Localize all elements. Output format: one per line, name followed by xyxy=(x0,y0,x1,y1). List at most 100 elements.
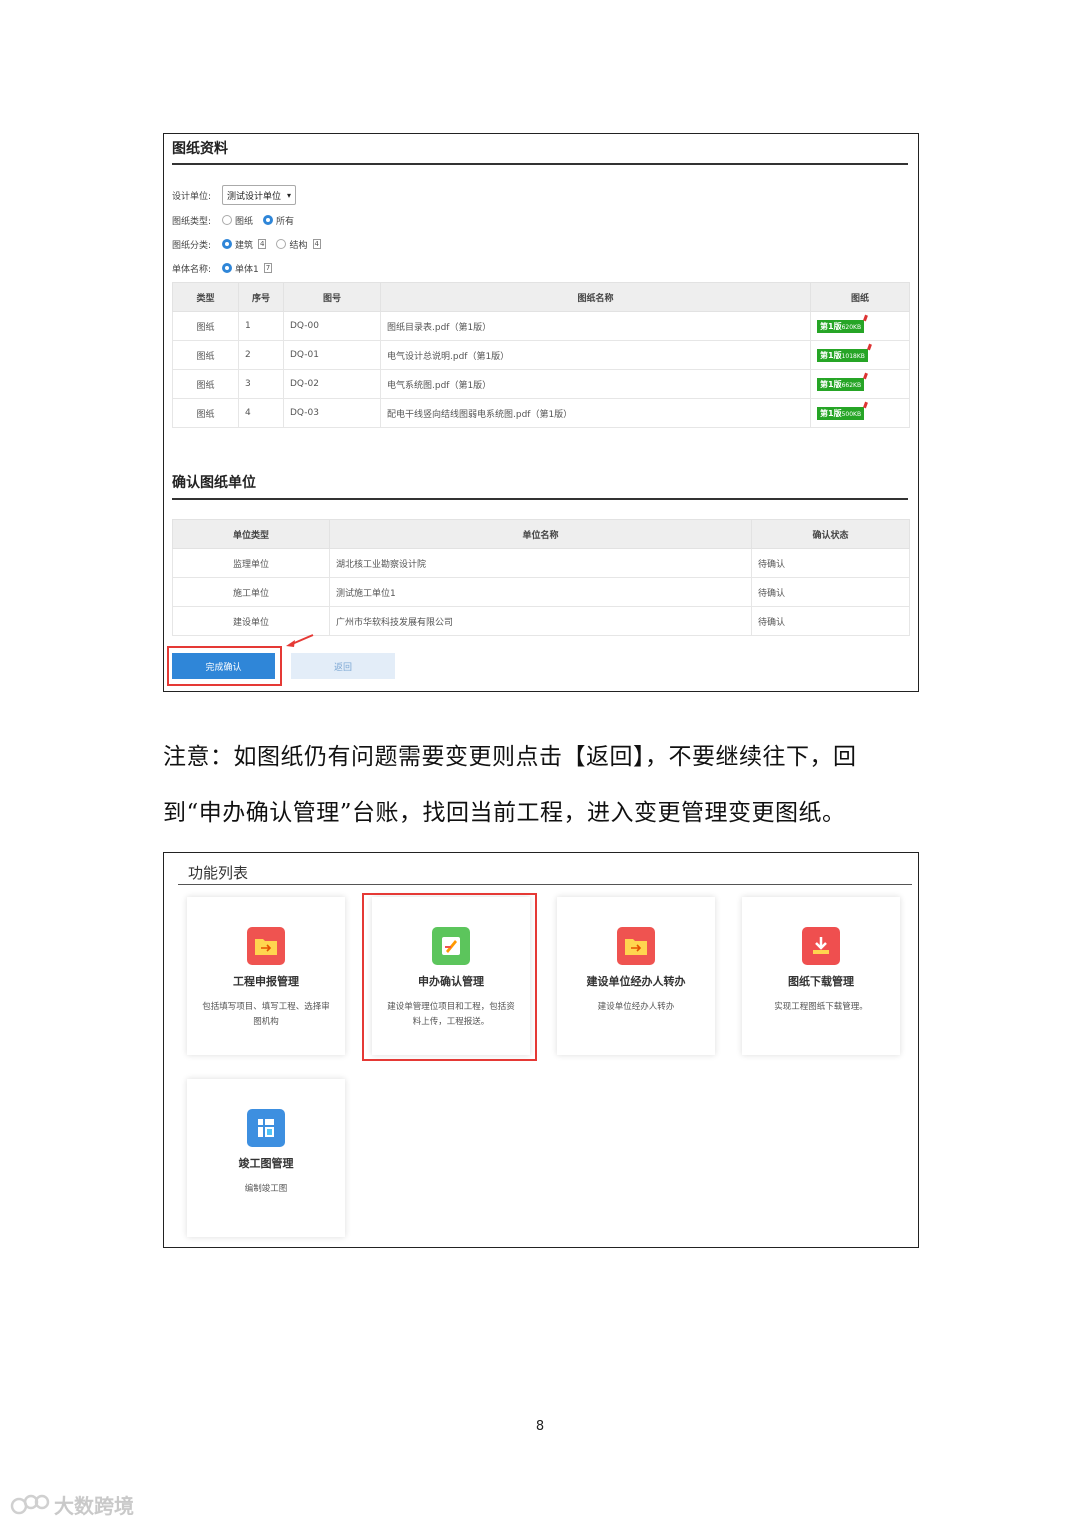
download-version-tag[interactable]: 第1版662KB xyxy=(817,377,865,391)
cell-unit-name: 测试施工单位1 xyxy=(329,577,752,607)
table-header-row: 单位类型 单位名称 确认状态 xyxy=(172,519,910,549)
category-option-structure[interactable]: 结构 4 xyxy=(276,238,321,251)
table-row: 施工单位 测试施工单位1 待确认 xyxy=(172,577,910,607)
count-badge: 4 xyxy=(258,239,267,249)
page-number: 8 xyxy=(535,1419,545,1434)
card-title: 图纸下载管理 xyxy=(788,975,854,988)
cell-name: 电气系统图.pdf（第1版） xyxy=(380,369,811,399)
design-unit-value: 测试设计单位 xyxy=(227,191,282,202)
table-row: 监理单位 湖北核工业勘察设计院 待确认 xyxy=(172,548,910,578)
cell-type: 图纸 xyxy=(172,340,239,370)
cell-download: 第1版500KB xyxy=(810,398,910,428)
table-row: 图纸 2 DQ-01 电气设计总说明.pdf（第1版） 第1版1018KB xyxy=(172,340,910,370)
column-header: 确认状态 xyxy=(751,519,910,549)
blueprint-icon xyxy=(247,1109,285,1147)
note-line-1: 注意：如图纸仍有问题需要变更则点击【返回】，不要继续往下，回 xyxy=(163,744,857,770)
version-label: 第1版 xyxy=(820,350,842,360)
function-list-screenshot: 功能列表 工程申报管理 包括填写项目、填写工程、选择审图机构 申办确认管理 建设… xyxy=(163,852,919,1248)
option-label: 所有 xyxy=(276,216,295,227)
card-title: 竣工图管理 xyxy=(238,1157,294,1170)
cell-name: 电气设计总说明.pdf（第1版） xyxy=(380,340,811,370)
column-header: 图号 xyxy=(283,282,381,312)
radio-icon xyxy=(276,239,287,249)
cell-unit-name: 广州市华软科技发展有限公司 xyxy=(329,606,752,636)
drawing-type-option-all[interactable]: 所有 xyxy=(263,214,294,227)
cell-name: 配电干线竖向结线图弱电系统图.pdf（第1版） xyxy=(380,398,811,428)
cell-unit-type: 施工单位 xyxy=(172,577,330,607)
count-badge: 4 xyxy=(312,239,321,249)
radio-checked-icon xyxy=(222,239,232,249)
folder-arrow-icon xyxy=(617,927,655,965)
cell-code: DQ-00 xyxy=(283,311,381,341)
unit-name-row: 单体名称: 单体1 7 xyxy=(172,260,278,276)
design-unit-select[interactable]: 测试设计单位 ▾ xyxy=(222,185,297,205)
cell-type: 图纸 xyxy=(172,369,239,399)
radio-checked-icon xyxy=(263,215,274,225)
cell-unit-type: 建设单位 xyxy=(172,606,330,636)
section-divider xyxy=(172,163,908,165)
cell-code: DQ-01 xyxy=(283,340,381,370)
drawing-type-option-drawing[interactable]: 图纸 xyxy=(222,214,253,227)
column-header: 图纸名称 xyxy=(380,282,811,312)
table-row: 图纸 4 DQ-03 配电干线竖向结线图弱电系统图.pdf（第1版） 第1版50… xyxy=(172,398,910,428)
column-header: 图纸 xyxy=(810,282,910,312)
red-arrow-icon xyxy=(286,634,314,647)
drawings-section-title: 图纸资料 xyxy=(172,141,228,157)
card-as-built-drawing[interactable]: 竣工图管理 编制竣工图 xyxy=(187,1079,345,1237)
file-size: 662KB xyxy=(841,381,862,389)
category-label: 图纸分类: xyxy=(172,240,212,251)
option-label: 单体1 xyxy=(235,264,259,275)
column-header: 类型 xyxy=(172,282,239,312)
section-divider xyxy=(172,498,908,500)
card-description: 实现工程图纸下载管理。 xyxy=(774,1002,868,1012)
back-button[interactable]: 返回 xyxy=(291,653,395,679)
watermark: 大数跨境 xyxy=(10,1490,134,1519)
card-agent-transfer[interactable]: 建设单位经办人转办 建设单位经办人转办 xyxy=(557,897,715,1055)
cell-status: 待确认 xyxy=(751,548,910,578)
table-row: 建设单位 广州市华软科技发展有限公司 待确认 xyxy=(172,606,910,636)
unit-name-option-1[interactable]: 单体1 7 xyxy=(222,262,273,275)
design-unit-row: 设计单位: 测试设计单位 ▾ xyxy=(172,185,297,205)
download-version-tag[interactable]: 第1版620KB xyxy=(817,319,865,333)
cell-download: 第1版1018KB xyxy=(810,340,910,370)
file-size: 500KB xyxy=(841,410,862,418)
download-icon xyxy=(802,927,840,965)
download-version-tag[interactable]: 第1版500KB xyxy=(817,406,865,420)
radio-checked-icon xyxy=(222,263,232,273)
cell-no: 1 xyxy=(238,311,284,341)
option-label: 图纸 xyxy=(235,216,254,227)
cell-download: 第1版620KB xyxy=(810,311,910,341)
chevron-down-icon: ▾ xyxy=(287,190,292,200)
file-size: 1018KB xyxy=(841,352,865,360)
watermark-logo-icon xyxy=(10,1494,50,1514)
download-version-tag[interactable]: 第1版1018KB xyxy=(817,348,868,362)
cell-no: 3 xyxy=(238,369,284,399)
cell-download: 第1版662KB xyxy=(810,369,910,399)
category-row: 图纸分类: 建筑 4 结构 4 xyxy=(172,236,327,252)
cell-code: DQ-02 xyxy=(283,369,381,399)
version-label: 第1版 xyxy=(820,379,842,389)
drawing-confirm-screenshot: 图纸资料 设计单位: 测试设计单位 ▾ 图纸类型: 图纸 所有 图纸分类: 建筑… xyxy=(163,133,919,692)
table-row: 图纸 3 DQ-02 电气系统图.pdf（第1版） 第1版662KB xyxy=(172,369,910,399)
drawing-type-row: 图纸类型: 图纸 所有 xyxy=(172,212,300,228)
drawing-type-label: 图纸类型: xyxy=(172,216,212,227)
version-label: 第1版 xyxy=(820,408,842,418)
column-header: 单位名称 xyxy=(329,519,752,549)
column-header: 单位类型 xyxy=(172,519,330,549)
card-project-declaration[interactable]: 工程申报管理 包括填写项目、填写工程、选择审图机构 xyxy=(187,897,345,1055)
radio-icon xyxy=(222,215,232,225)
drawings-table: 类型 序号 图号 图纸名称 图纸 图纸 1 DQ-00 图纸目录表.pdf（第1… xyxy=(172,282,910,428)
file-size: 620KB xyxy=(841,323,862,331)
cell-type: 图纸 xyxy=(172,311,239,341)
folder-arrow-icon xyxy=(247,927,285,965)
card-drawing-download[interactable]: 图纸下载管理 实现工程图纸下载管理。 xyxy=(742,897,900,1055)
category-option-architecture[interactable]: 建筑 4 xyxy=(222,238,267,251)
option-label: 建筑 xyxy=(235,240,254,251)
cell-unit-name: 湖北核工业勘察设计院 xyxy=(329,548,752,578)
watermark-text: 大数跨境 xyxy=(54,1494,134,1518)
cell-no: 4 xyxy=(238,398,284,428)
confirm-section-title: 确认图纸单位 xyxy=(172,475,256,491)
complete-confirm-button[interactable]: 完成确认 xyxy=(172,653,275,679)
card-description: 建设单位经办人转办 xyxy=(597,1002,675,1012)
card-description: 编制竣工图 xyxy=(244,1184,288,1194)
